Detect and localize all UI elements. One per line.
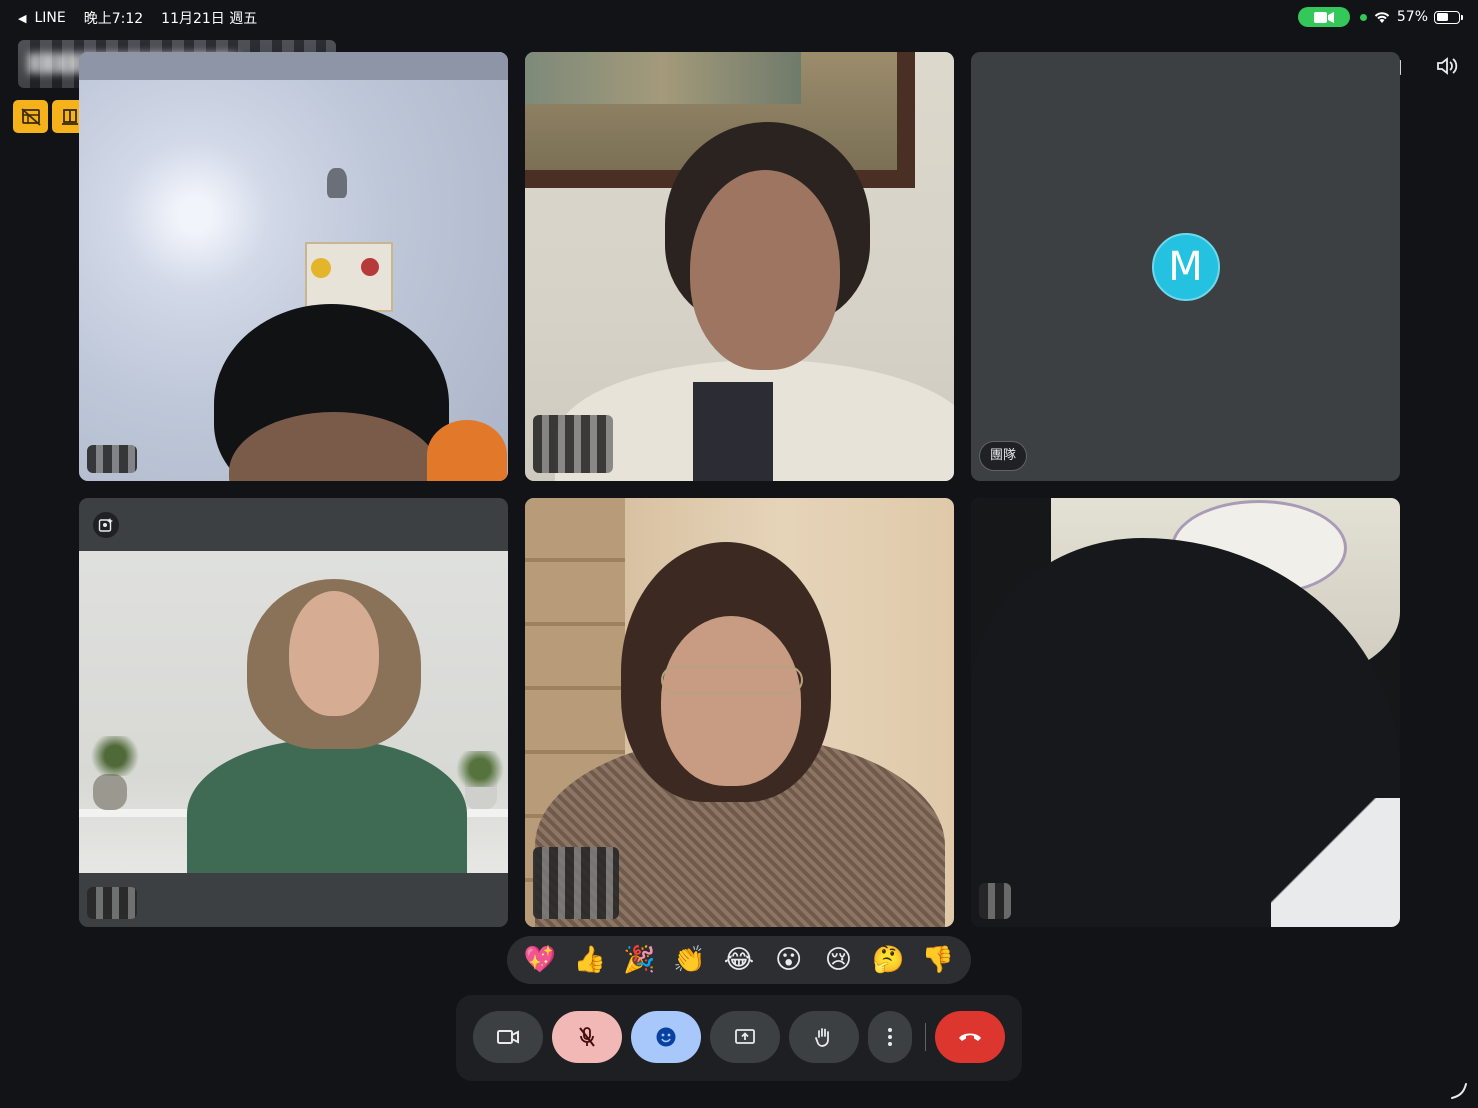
reaction-thumbs-up[interactable]: 👍 [570,940,610,980]
end-call-button[interactable] [935,1011,1005,1063]
participant-name-label: 團隊 [979,441,1028,471]
visual-effects-button[interactable] [93,512,119,538]
participant-name-label [979,883,1011,919]
end-call-icon [959,1033,981,1041]
no-video-layout-icon[interactable] [13,100,48,133]
participant-avatar: M [1151,232,1220,301]
status-bar: ◀ LINE 晚上7:12 11月21日 週五 57% [0,0,1478,36]
participant-tile-4[interactable] [79,498,508,927]
raise-hand-button[interactable] [789,1011,859,1063]
camera-toggle-button[interactable] [473,1011,543,1063]
microphone-toggle-button[interactable] [552,1011,622,1063]
reaction-laughing[interactable]: 😂 [719,940,759,980]
more-options-button[interactable] [868,1011,912,1063]
participant-video [79,551,508,873]
send-reaction-button[interactable] [631,1011,701,1063]
battery-percent: 57% [1396,9,1428,25]
camera-in-use-dot [1359,13,1367,21]
back-arrow-icon[interactable]: ◀ [18,12,26,25]
mic-off-icon [579,1027,595,1047]
participant-name-label [533,847,619,919]
control-divider [925,1023,926,1051]
participant-tile-6[interactable] [971,498,1400,927]
reaction-party-popper[interactable]: 🎉 [619,940,659,980]
participant-tile-2[interactable] [525,52,954,481]
battery-icon [1434,10,1463,24]
reaction-clapping[interactable]: 👏 [669,940,709,980]
emoji-icon [656,1027,676,1047]
video-call-indicator-icon[interactable] [1297,7,1350,27]
camera-icon [497,1030,519,1044]
call-control-bar [456,995,1022,1081]
present-screen-icon [735,1029,755,1044]
reaction-surprised[interactable]: 😮 [769,940,809,980]
raise-hand-icon [815,1028,829,1047]
speaker-icon [1437,57,1458,75]
reaction-thinking[interactable]: 🤔 [868,940,908,980]
reaction-bar: 💖 👍 🎉 👏 😂 😮 😢 🤔 👎 [507,936,971,984]
corner-swipe-indicator [1451,1083,1467,1099]
participant-name-label [87,887,137,919]
participant-name-label [533,415,613,473]
reaction-sparkling-heart[interactable]: 💖 [520,940,560,980]
visual-effects-icon [98,518,113,532]
participant-tile-1[interactable] [79,52,508,481]
participant-name-label [87,445,137,473]
present-screen-button[interactable] [710,1011,780,1063]
speaker-button[interactable] [1429,48,1465,84]
status-date: 11月21日 週五 [161,11,258,27]
wifi-icon [1374,12,1390,23]
more-options-icon [888,1028,892,1046]
participant-tile-3[interactable]: M 團隊 [971,52,1400,481]
back-app-label[interactable]: LINE [34,10,65,26]
reaction-crying[interactable]: 😢 [818,940,858,980]
status-time: 晚上7:12 [83,11,144,27]
participant-tile-5[interactable] [525,498,954,927]
reaction-thumbs-down[interactable]: 👎 [918,940,958,980]
